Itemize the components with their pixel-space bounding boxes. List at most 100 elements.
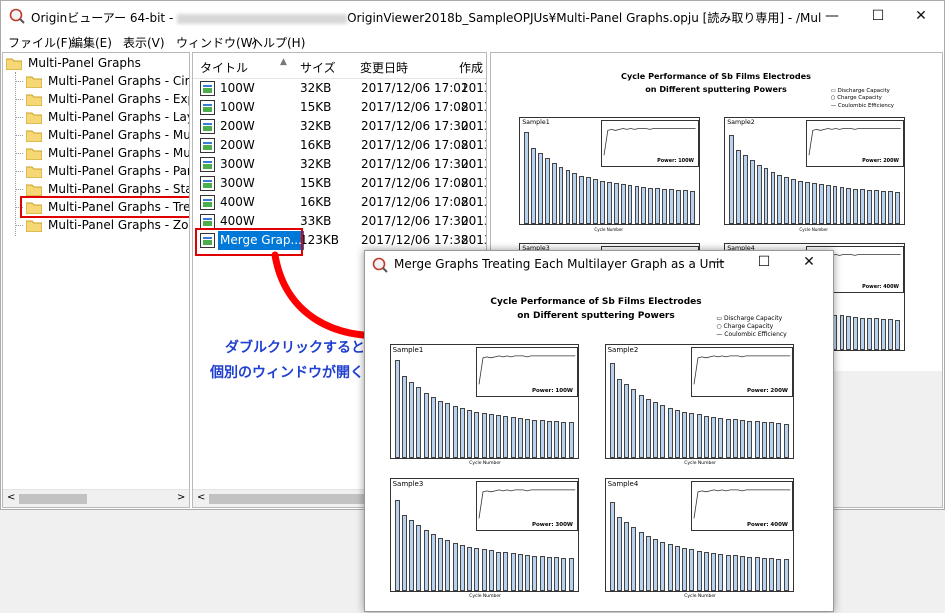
row-size: 32KB (300, 119, 332, 133)
row-modified: 2017/12/06 17:08 (361, 100, 469, 114)
folder-icon (25, 165, 43, 179)
column-modified[interactable]: 変更日時 (360, 59, 408, 76)
capacity-bar (867, 317, 872, 350)
scroll-right-icon[interactable]: > (177, 492, 185, 503)
folder-icon (25, 183, 43, 197)
sample-panel: Sample4 Power: 400W (604, 477, 794, 593)
row-title: 200W (220, 138, 255, 152)
list-row[interactable]: 100W 32KB 2017/12/06 17:012013 (193, 79, 486, 98)
maximize-button[interactable]: ☐ (855, 1, 901, 32)
capacity-bar (776, 422, 782, 458)
close-button[interactable]: ✕ (898, 1, 944, 32)
popup-minimize-button[interactable]: — (695, 249, 741, 276)
folder-icon (25, 129, 43, 143)
capacity-bar (401, 376, 407, 458)
tree-hscrollbar[interactable]: < > (3, 489, 189, 507)
tree-item-label: Multi-Panel Graphs - Multi (48, 128, 190, 142)
capacity-bar (725, 418, 731, 458)
legend-entry: — Coulombic Efficiency (716, 331, 787, 338)
menu-help[interactable]: ヘルプ(H) (251, 34, 305, 51)
popup-maximize-button[interactable]: ☐ (741, 249, 787, 276)
scroll-left-icon[interactable]: < (7, 492, 15, 503)
row-size: 16KB (300, 195, 332, 209)
capacity-bar (742, 154, 748, 224)
capacity-bar (860, 189, 866, 224)
list-row[interactable]: 200W 16KB 2017/12/06 17:082013 (193, 136, 486, 155)
title-bar: Originビューアー 64-bit - OriginViewer2018b_S… (1, 1, 944, 32)
graph-icon (200, 195, 215, 210)
list-row[interactable]: 300W 32KB 2017/12/06 17:302013 (193, 155, 486, 174)
row-created: 2013 (461, 214, 486, 228)
capacity-bar (825, 185, 831, 224)
capacity-bar (853, 316, 859, 350)
list-row[interactable]: 400W 16KB 2017/12/06 17:082013 (193, 193, 486, 212)
capacity-bar (481, 412, 487, 458)
capacity-bar (696, 414, 702, 458)
capacity-bar (660, 405, 666, 458)
list-row[interactable]: 100W 15KB 2017/12/06 17:082013 (193, 98, 486, 117)
capacity-bar (525, 418, 531, 458)
minimize-button[interactable]: — (809, 1, 855, 32)
capacity-bar (655, 188, 661, 224)
menu-view[interactable]: 表示(V) (123, 34, 165, 51)
list-row[interactable]: 300W 15KB 2017/12/06 17:082013 (193, 174, 486, 193)
column-size[interactable]: サイズ (300, 59, 336, 76)
x-axis-label: Cycle Number (684, 460, 716, 466)
capacity-bar (517, 418, 523, 458)
column-title[interactable]: タイトル (200, 59, 248, 76)
capacity-bar (609, 502, 615, 592)
graph-title-line1: Cycle Performance of Sb Films Electrodes (490, 297, 702, 307)
menu-file[interactable]: ファイル(F) (8, 34, 72, 51)
row-modified: 2017/12/06 17:30 (361, 119, 469, 133)
capacity-bar (770, 172, 776, 224)
capacity-bar (662, 188, 667, 224)
x-axis-label: Cycle Number (799, 227, 828, 232)
tree-item-label: Multi-Panel Graphs - Zoom (48, 218, 189, 232)
power-label: Power: 100W (657, 158, 694, 165)
legend-entry: — Coulombic Efficiency (830, 102, 894, 109)
row-created: 2013 (461, 157, 486, 171)
capacity-bar (818, 184, 824, 224)
capacity-bar (839, 187, 845, 224)
capacity-bar (624, 384, 630, 458)
capacity-bar (880, 318, 886, 350)
capacity-bar (711, 416, 717, 458)
capacity-bar (416, 387, 422, 458)
annotation-line-2: 個別のウィンドウが開く (210, 365, 364, 381)
list-row[interactable]: 200W 32KB 2017/12/06 17:302013 (193, 117, 486, 136)
menu-edit[interactable]: 編集(E) (71, 34, 112, 51)
popup-graph[interactable]: Cycle Performance of Sb Films Electrodes… (381, 287, 811, 605)
capacity-bar (660, 541, 666, 592)
capacity-bar (874, 318, 879, 350)
capacity-bar (452, 542, 458, 592)
capacity-bar (616, 378, 622, 458)
folder-icon (25, 147, 43, 161)
legend-entry: ▭ Discharge Capacity (716, 315, 783, 322)
row-created: 2013 (461, 176, 486, 190)
capacity-bar (416, 524, 422, 592)
efficiency-inset: Power: 100W (601, 120, 699, 168)
scroll-thumb[interactable] (209, 494, 369, 504)
capacity-bar (544, 157, 550, 224)
capacity-bar (488, 550, 494, 592)
folder-icon (25, 111, 43, 125)
row-title: 100W (220, 100, 255, 114)
capacity-bar (638, 532, 644, 592)
scroll-thumb[interactable] (19, 494, 87, 504)
capacity-bar (409, 381, 415, 458)
row-size: 32KB (300, 81, 332, 95)
column-created[interactable]: 作成 (459, 59, 483, 76)
capacity-bar (561, 557, 567, 592)
capacity-bar (777, 174, 783, 224)
menu-window[interactable]: ウィンドウ(W) (176, 34, 257, 51)
efficiency-inset: Power: 300W (475, 480, 578, 531)
row-title: 300W (220, 176, 255, 190)
popup-close-button[interactable]: ✕ (786, 249, 832, 276)
scroll-left-icon[interactable]: < (197, 492, 205, 503)
capacity-bar (853, 188, 859, 224)
capacity-bar (761, 421, 767, 458)
capacity-bar (674, 409, 680, 458)
power-label: Power: 400W (862, 284, 899, 291)
capacity-bar (532, 419, 538, 458)
graph-legend: ▭ Discharge Capacity ○ Charge Capacity — C… (831, 88, 894, 110)
